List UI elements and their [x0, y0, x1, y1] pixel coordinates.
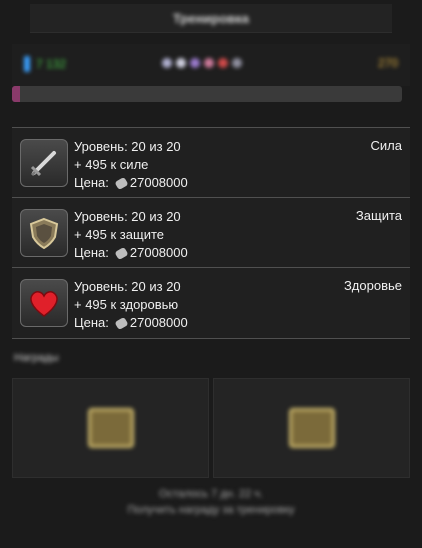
- rewards-label: Награды: [14, 352, 59, 364]
- price-label: Цена:: [74, 245, 109, 260]
- left-value: 7 132: [36, 57, 67, 71]
- status-dot-icon: [204, 58, 214, 68]
- status-dot-icon: [232, 58, 242, 68]
- upgrade-list: Уровень: 20 из 20 + 495 к силе Цена: 270…: [12, 127, 410, 339]
- status-dot-icon: [162, 58, 172, 68]
- upgrade-bonus: + 495 к силе: [74, 157, 149, 172]
- upgrade-level: Уровень: 20 из 20: [74, 209, 181, 224]
- upgrade-price: Цена: 27008000: [74, 244, 188, 262]
- upgrade-price: Цена: 27008000: [74, 174, 188, 192]
- status-dot-icon: [176, 58, 186, 68]
- upgrade-item-defense[interactable]: Уровень: 20 из 20 + 495 к защите Цена: 2…: [12, 197, 410, 267]
- upgrade-level: Уровень: 20 из 20: [74, 279, 181, 294]
- progress-fill: [12, 86, 20, 102]
- status-bar: 7 132 270: [12, 44, 410, 86]
- sword-icon: [20, 139, 68, 187]
- silver-icon: [114, 246, 129, 260]
- progress-bar: [12, 86, 402, 102]
- status-left: 7 132: [24, 56, 66, 72]
- silver-icon: [114, 316, 129, 330]
- upgrade-bonus: + 495 к защите: [74, 227, 164, 242]
- upgrade-name: Защита: [355, 208, 402, 223]
- reward-card[interactable]: [213, 378, 410, 478]
- upgrade-name: Сила: [370, 138, 402, 153]
- price-value: 27008000: [129, 315, 188, 330]
- gem-icon: [24, 56, 30, 72]
- price-value: 27008000: [129, 175, 188, 190]
- status-icons: [162, 58, 242, 68]
- heart-icon: [20, 279, 68, 327]
- upgrade-level: Уровень: 20 из 20: [74, 139, 181, 154]
- price-value: 27008000: [129, 245, 188, 260]
- status-dot-icon: [190, 58, 200, 68]
- chest-icon: [288, 408, 335, 448]
- upgrade-item-strength[interactable]: Уровень: 20 из 20 + 495 к силе Цена: 270…: [12, 127, 410, 197]
- chest-icon: [87, 408, 134, 448]
- price-label: Цена:: [74, 315, 109, 330]
- title-bar: Тренировка: [30, 4, 392, 33]
- upgrade-name: Здоровье: [343, 278, 402, 293]
- upgrade-price: Цена: 27008000: [74, 314, 188, 332]
- rewards-cards: [12, 378, 410, 478]
- upgrade-bonus: + 495 к здоровью: [74, 297, 179, 312]
- footer-line: Осталось 7 дн. 22 ч.: [159, 488, 263, 500]
- status-dot-icon: [218, 58, 228, 68]
- footer-link[interactable]: Получить награду за тренировку: [0, 502, 422, 518]
- footer-text: Осталось 7 дн. 22 ч. Получить награду за…: [0, 486, 422, 518]
- right-value: 270: [377, 56, 398, 70]
- silver-icon: [114, 176, 129, 190]
- reward-card[interactable]: [12, 378, 209, 478]
- shield-icon: [20, 209, 68, 257]
- price-label: Цена:: [74, 175, 109, 190]
- page-title: Тренировка: [172, 10, 250, 26]
- upgrade-item-health[interactable]: Уровень: 20 из 20 + 495 к здоровью Цена:…: [12, 267, 410, 339]
